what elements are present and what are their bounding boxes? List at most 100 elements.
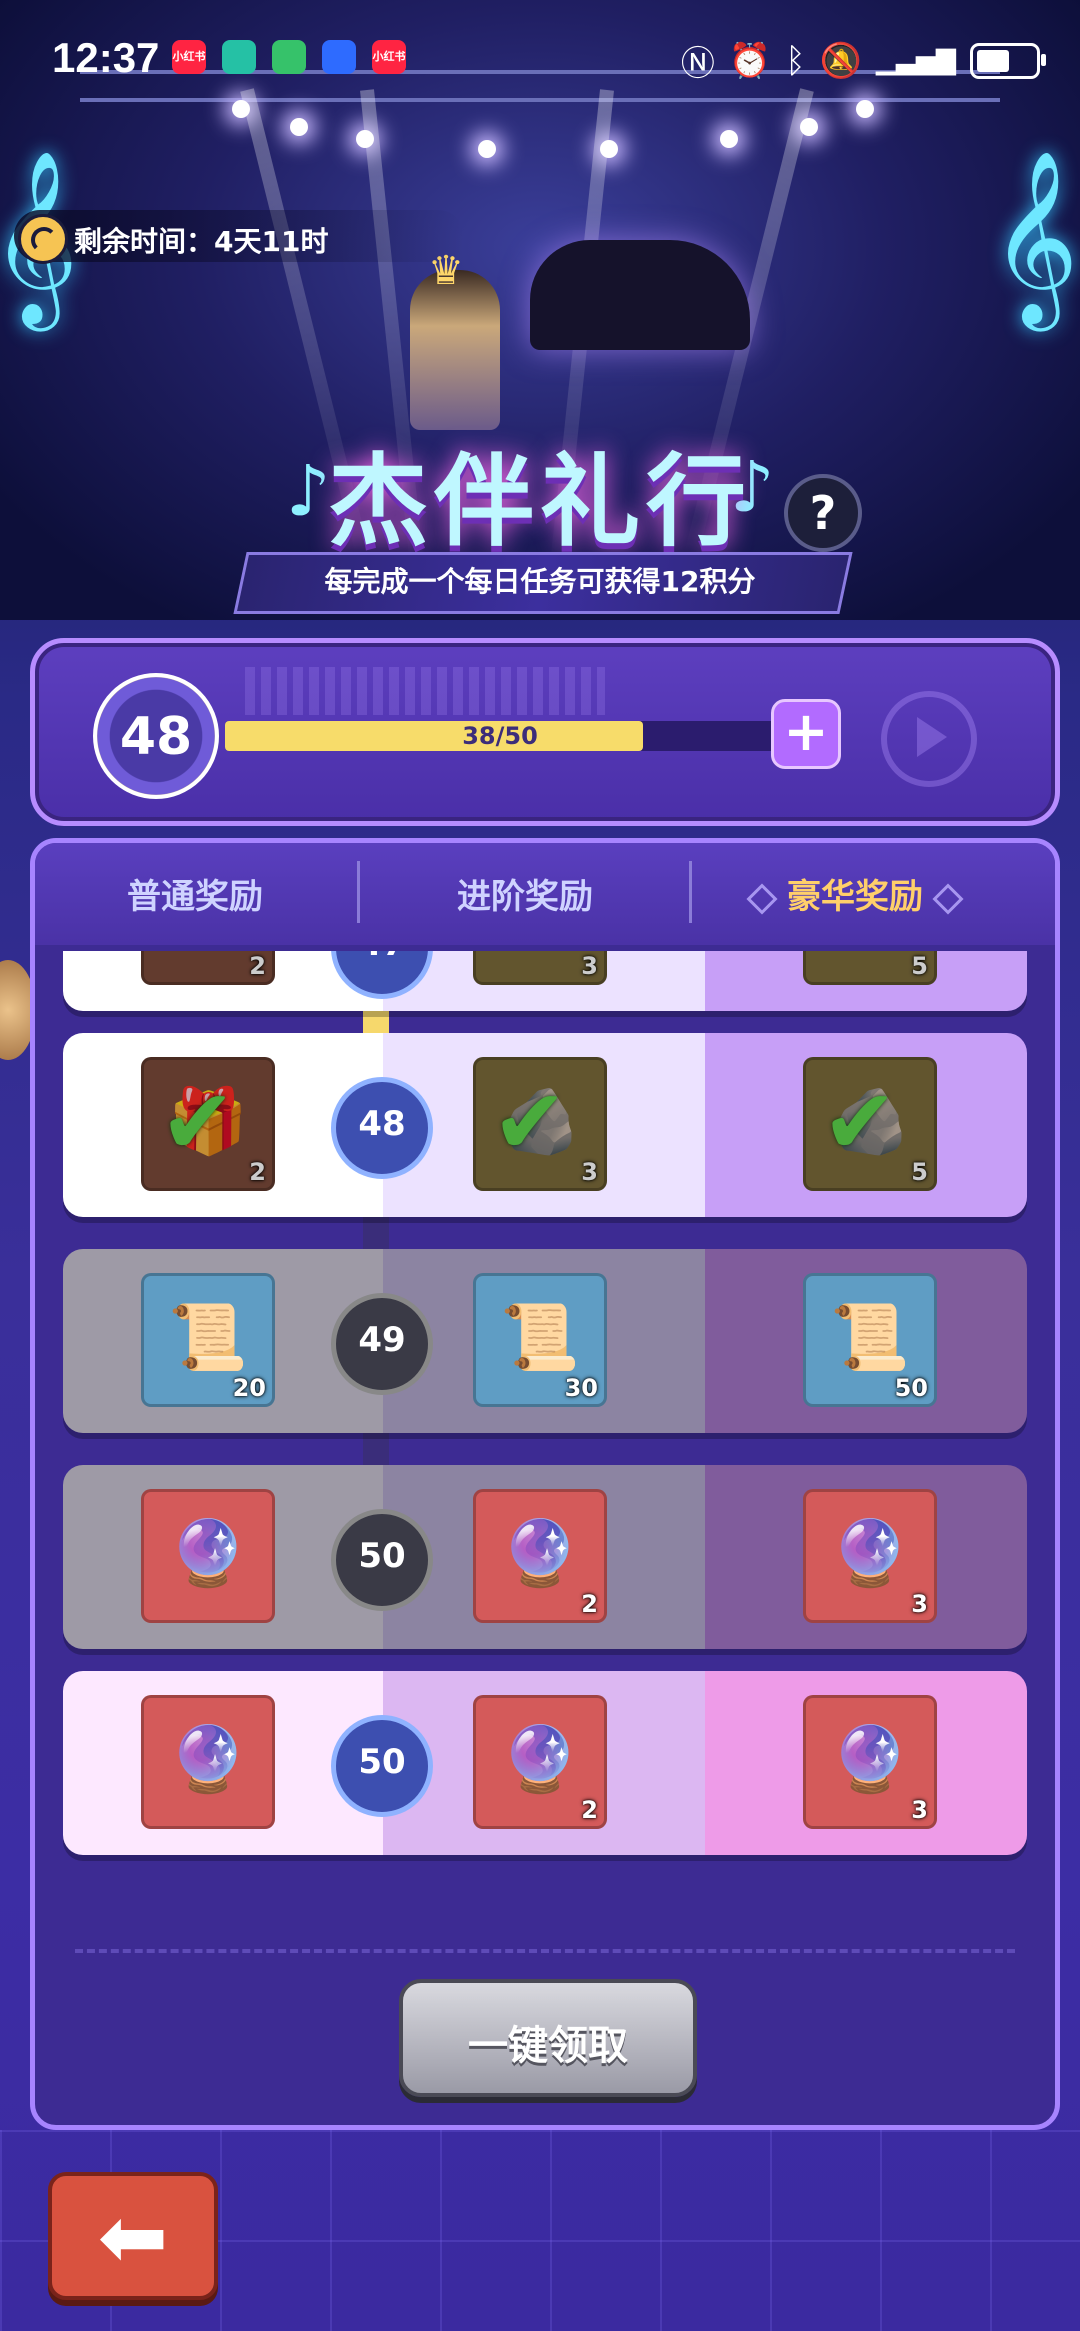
item-quantity: 50 — [894, 1374, 928, 1402]
item-quantity: 3 — [911, 1796, 928, 1824]
crystal-orb-icon: 🔮 — [168, 1517, 248, 1591]
divider — [75, 1949, 1015, 1953]
progress-bar: 38/50 — [225, 721, 775, 751]
treble-clef-icon: 𝄞 — [990, 150, 1079, 324]
item-quantity: 2 — [249, 1158, 266, 1186]
xiaohongshu-app-icon: 小红书 — [172, 40, 206, 74]
reward-item-stone[interactable]: 🪨 ✔ 3 — [473, 1057, 607, 1191]
reward-list[interactable]: ✔2 ✔3 ✔5 47 🎁✔2 🪨✔3 🪨✔5 48 📜20 📜30 📜50 4… — [35, 951, 1055, 1951]
crystal-orb-icon: 🔮 — [500, 1723, 580, 1797]
mystery-scroll-icon: 📜 — [168, 1301, 248, 1375]
item-quantity: 3 — [911, 1590, 928, 1618]
system-icons: Ⓝ ⏰ ᛒ 🔕 ▁▃▅▇ — [680, 36, 1046, 85]
reward-item-stone[interactable]: 🪨 ✔ 5 — [803, 1057, 937, 1191]
mystery-scroll-icon: 📜 — [830, 1301, 910, 1375]
rewards-panel: 普通奖励 进阶奖励 豪华奖励 ✔2 ✔3 ✔5 47 🎁✔2 🪨✔3 🪨✔5 4… — [30, 838, 1060, 2130]
claim-all-label: 一键领取 — [468, 2023, 628, 2069]
claimed-check-icon: ✔ — [160, 1070, 236, 1175]
diamond-icon — [932, 882, 964, 915]
reward-row: 📜 20 📜 30 📜 50 — [63, 1249, 1027, 1433]
reward-item-chest[interactable]: ✔2 — [141, 951, 275, 985]
subtitle-text: 每完成一个每日任务可获得12积分 — [324, 565, 756, 598]
stage-light — [478, 140, 496, 158]
reward-item-orb[interactable]: 🔮 — [141, 1695, 275, 1829]
item-quantity: 5 — [911, 1158, 928, 1186]
claimed-check-icon: ✔ — [160, 951, 235, 969]
equalizer-decoration — [245, 667, 605, 715]
bluetooth-icon: ᛒ — [785, 40, 806, 81]
level-node: 50 — [331, 1715, 433, 1817]
remaining-time-pill: 剩余时间：4天11时 — [14, 210, 464, 264]
reward-item-scroll[interactable]: 📜 30 — [473, 1273, 607, 1407]
play-icon[interactable] — [881, 691, 977, 787]
item-quantity: 30 — [564, 1374, 598, 1402]
current-level-badge: 48 — [93, 673, 219, 799]
crystal-orb-icon: 🔮 — [168, 1723, 248, 1797]
crystal-orb-icon: 🔮 — [830, 1723, 910, 1797]
progress-text: 38/50 — [462, 722, 538, 750]
buy-level-button[interactable]: + — [771, 699, 841, 769]
claimed-check-icon: ✔ — [822, 1070, 898, 1175]
reward-item-scroll[interactable]: 📜 20 — [141, 1273, 275, 1407]
notification-icons: 小红书 小红书 — [172, 40, 406, 74]
tab-divider — [689, 861, 692, 923]
reward-item-stone[interactable]: ✔3 — [473, 951, 607, 985]
battery-icon — [970, 42, 1046, 79]
app-icon — [222, 40, 256, 74]
level-node: 49 — [331, 1293, 433, 1395]
item-quantity: 2 — [581, 1796, 598, 1824]
reward-row: ✔2 ✔3 ✔5 — [63, 951, 1027, 1011]
tab-luxury-label: 豪华奖励 — [787, 877, 923, 917]
signal-icon: ▁▃▅▇ — [876, 45, 956, 76]
tab-luxury-reward[interactable]: 豪华奖励 — [695, 869, 1015, 918]
help-button[interactable]: ? — [784, 474, 862, 552]
status-bar: 12:37 小红书 小红书 Ⓝ ⏰ ᛒ 🔕 ▁▃▅▇ — [0, 0, 1080, 120]
reward-item-scroll[interactable]: 📜 50 — [803, 1273, 937, 1407]
pianist-character — [410, 270, 500, 430]
stage-light — [720, 130, 738, 148]
reward-row: 🔮 🔮 2 🔮 3 — [63, 1465, 1027, 1649]
clock-icon — [18, 214, 68, 264]
claimed-check-icon: ✔ — [822, 951, 897, 969]
reward-item-orb[interactable]: 🔮 3 — [803, 1489, 937, 1623]
item-quantity: 3 — [581, 1158, 598, 1186]
event-title: 杰伴礼行 — [328, 443, 752, 560]
claimed-check-icon: ✔ — [492, 1070, 568, 1175]
level-node: 50 — [331, 1509, 433, 1611]
reward-item-orb[interactable]: 🔮 2 — [473, 1489, 607, 1623]
reward-item-chest[interactable]: 🎁 ✔ 2 — [141, 1057, 275, 1191]
reward-row-next: 🔮 🔮 2 🔮 3 — [63, 1671, 1027, 1855]
reward-item-orb[interactable]: 🔮 — [141, 1489, 275, 1623]
back-button[interactable]: ⬅ — [48, 2172, 218, 2300]
mute-icon: 🔕 — [819, 40, 863, 81]
current-level: 48 — [119, 707, 193, 767]
claimed-check-icon: ✔ — [492, 951, 567, 969]
status-time: 12:37 — [52, 34, 160, 81]
app-icon — [272, 40, 306, 74]
remaining-time-text: 剩余时间：4天11时 — [74, 225, 329, 258]
back-arrow-icon: ⬅ — [97, 2188, 169, 2286]
alarm-icon: ⏰ — [728, 40, 772, 81]
tab-normal-reward[interactable]: 普通奖励 — [35, 869, 355, 918]
item-quantity: 20 — [232, 1374, 266, 1402]
tab-divider — [357, 861, 360, 923]
app-icon — [322, 40, 356, 74]
item-quantity: 2 — [581, 1590, 598, 1618]
reward-item-orb[interactable]: 🔮 3 — [803, 1695, 937, 1829]
claim-all-button[interactable]: 一键领取 — [399, 1979, 697, 2097]
level-progress-panel: 48 38/50 + — [30, 638, 1060, 826]
crystal-orb-icon: 🔮 — [830, 1517, 910, 1591]
diamond-icon — [746, 882, 778, 915]
piano-icon — [530, 240, 750, 350]
reward-row: 🎁 ✔ 2 🪨 ✔ 3 🪨 ✔ 5 — [63, 1033, 1027, 1217]
crystal-orb-icon: 🔮 — [500, 1517, 580, 1591]
tab-advanced-reward[interactable]: 进阶奖励 — [365, 869, 685, 918]
stage-light — [290, 118, 308, 136]
level-node: 48 — [331, 1077, 433, 1179]
reward-item-stone[interactable]: ✔5 — [803, 951, 937, 985]
nfc-icon: Ⓝ — [680, 44, 715, 84]
mystery-scroll-icon: 📜 — [500, 1301, 580, 1375]
reward-tier-header: 普通奖励 进阶奖励 豪华奖励 — [35, 843, 1055, 945]
xiaohongshu-app-icon: 小红书 — [372, 40, 406, 74]
reward-item-orb[interactable]: 🔮 2 — [473, 1695, 607, 1829]
